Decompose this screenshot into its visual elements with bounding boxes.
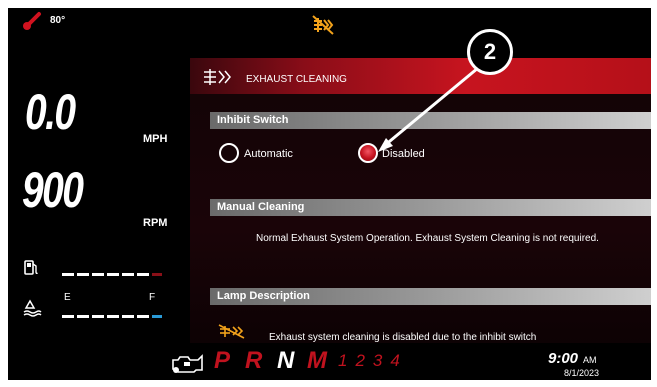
- clock-ampm: AM: [583, 355, 597, 365]
- gear-m: M: [307, 347, 327, 374]
- clock-time: 9:00: [548, 350, 579, 367]
- gear-n: N: [277, 347, 295, 374]
- gear-p: P: [214, 347, 231, 374]
- callout-arrow: [378, 66, 479, 152]
- check-engine-icon: [172, 354, 203, 373]
- clock-date: 8/1/2023: [564, 368, 600, 378]
- callout-number: 2: [467, 29, 513, 75]
- manual-gear-numbers: 1234: [338, 351, 408, 370]
- gear-r: R: [245, 347, 263, 374]
